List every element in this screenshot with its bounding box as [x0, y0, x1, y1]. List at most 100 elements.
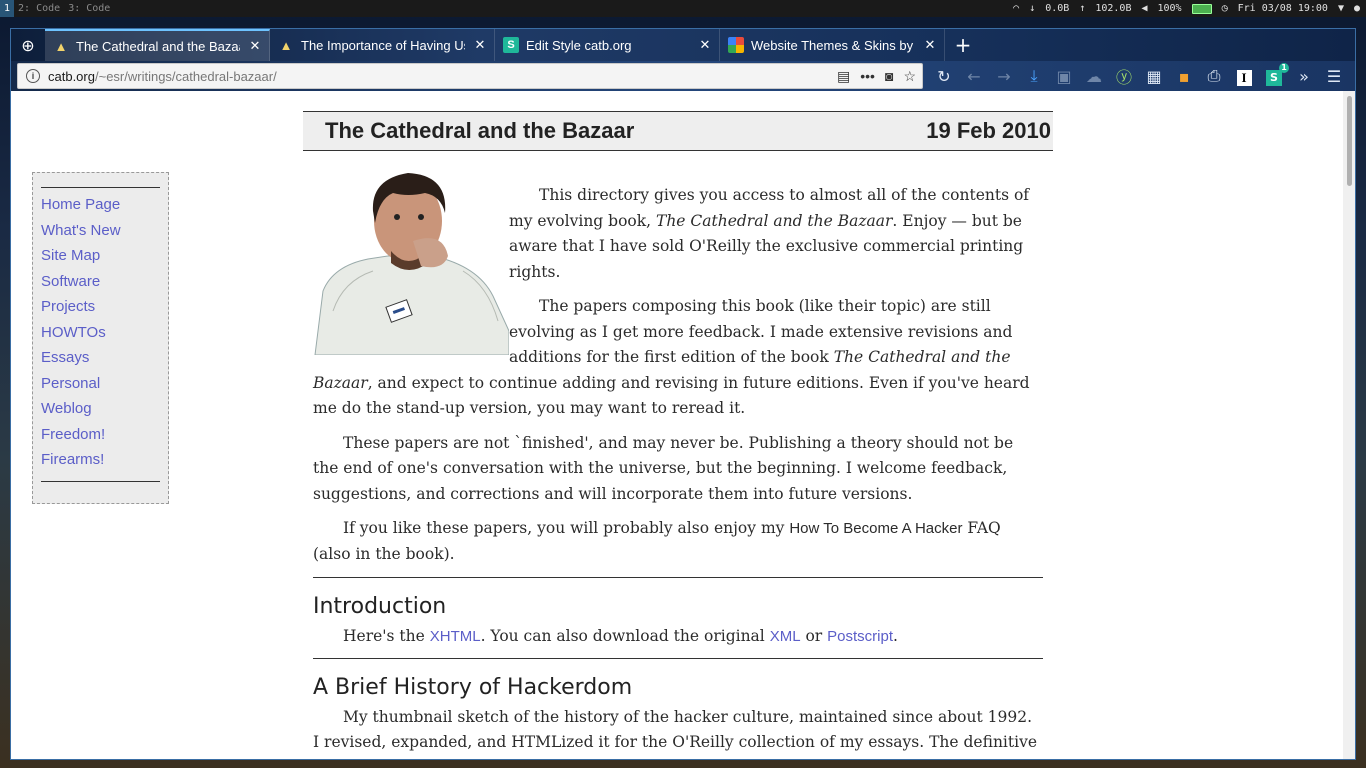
sidebar-item-weblog[interactable]: Weblog	[41, 396, 160, 422]
sidebar-item-projects[interactable]: Projects	[41, 294, 160, 320]
intro-paragraph-4: If you like these papers, you will proba…	[313, 519, 1001, 563]
back-icon[interactable]: ←	[963, 67, 985, 86]
sidebar-item-home-page[interactable]: Home Page	[41, 192, 160, 218]
more-actions-icon[interactable]: •••	[860, 68, 875, 84]
sidebar-divider	[41, 480, 160, 482]
sidebar-item-software[interactable]: Software	[41, 269, 160, 295]
extension-y-icon[interactable]: ⓨ	[1113, 64, 1135, 88]
wifi-tray-icon[interactable]: ▼	[1338, 3, 1344, 14]
page-title: The Cathedral and the Bazaar	[325, 118, 635, 143]
close-icon[interactable]: ✕	[697, 37, 713, 53]
wm-status-bar: 1 2: Code 3: Code ◠ ↓ 0.0B ↑ 102.0B ◀ 10…	[0, 0, 1366, 17]
net-up-icon: ↑	[1079, 3, 1086, 14]
apps-grid-icon[interactable]: ▪	[1173, 67, 1195, 86]
url-text[interactable]: catb.org/~esr/writings/cathedral-bazaar/	[48, 69, 829, 84]
menu-icon[interactable]: ☰	[1323, 67, 1345, 86]
sidebar-item-site-map[interactable]: Site Map	[41, 243, 160, 269]
sidebar-item-firearms[interactable]: Firearms!	[41, 447, 160, 473]
status-tray: ◠ ↓ 0.0B ↑ 102.0B ◀ 100% ◷ Fri 03/08 19:…	[1013, 3, 1366, 14]
screenshot-icon[interactable]: ▣	[1053, 67, 1075, 86]
author-portrait	[313, 171, 510, 356]
volume-value: 100%	[1157, 3, 1182, 14]
scrollbar-thumb[interactable]	[1347, 96, 1352, 186]
net-down-value: 0.0B	[1045, 3, 1070, 14]
reader-view-icon[interactable]: ▤	[837, 68, 850, 85]
workspace-1[interactable]: 1	[0, 0, 15, 17]
workspace-3[interactable]: 3: Code	[64, 0, 114, 17]
reload-icon[interactable]: ↻	[933, 67, 955, 86]
tab-title: The Cathedral and the Bazaar	[76, 38, 240, 54]
tab-edit-style[interactable]: S Edit Style catb.org ✕	[495, 29, 720, 61]
sidebar-item-essays[interactable]: Essays	[41, 345, 160, 371]
toolbar: ↻ ← → ⤓ ▣ ☁ ⓨ ▦ ▪ ⎙ I S1 » ☰	[933, 62, 1345, 88]
net-down-icon: ↓	[1029, 3, 1036, 14]
readability-icon[interactable]: I	[1233, 67, 1255, 86]
sidebar-nav: Home Page What's New Site Map Software P…	[32, 172, 169, 504]
postscript-link[interactable]: Postscript	[827, 628, 893, 645]
workspace-2[interactable]: 2: Code	[14, 0, 64, 17]
info-icon[interactable]: i	[26, 69, 40, 83]
hacker-howto-link[interactable]: How To Become A Hacker	[789, 520, 962, 537]
url-bar[interactable]: i catb.org/~esr/writings/cathedral-bazaa…	[17, 63, 923, 89]
tab-title: The Importance of Having Users	[301, 37, 465, 53]
close-icon[interactable]: ✕	[922, 37, 938, 53]
browser-window: ⊕ ▲ The Cathedral and the Bazaar ✕ ▲ The…	[10, 28, 1356, 760]
volume-icon: ◀	[1141, 3, 1148, 14]
history-text: My thumbnail sketch of the history of th…	[313, 707, 1037, 760]
clock-value: Fri 03/08 19:00	[1237, 3, 1328, 14]
stylus-toolbar-icon[interactable]: S1	[1263, 62, 1289, 86]
print-icon[interactable]: ⎙	[1203, 66, 1225, 86]
clock-icon: ◷	[1221, 3, 1228, 14]
cloud-icon[interactable]: ☁	[1083, 67, 1105, 86]
calendar-icon[interactable]: ▦	[1143, 67, 1165, 86]
intro-paragraph-3: These papers are not `finished', and may…	[313, 433, 1014, 503]
tab-title: Website Themes & Skins by	[751, 37, 914, 53]
cathedral-icon: ▲	[54, 38, 68, 54]
xhtml-link[interactable]: XHTML	[430, 628, 481, 645]
page-content: The Cathedral and the Bazaar 19 Feb 2010…	[11, 91, 1355, 760]
tab-importance[interactable]: ▲ The Importance of Having Users ✕	[270, 29, 495, 61]
tab-website-themes[interactable]: Website Themes & Skins by ✕	[720, 29, 945, 61]
article-body: This directory gives you access to almos…	[313, 173, 1043, 760]
bookmark-star-icon[interactable]: ☆	[903, 68, 916, 85]
battery-icon	[1191, 3, 1212, 14]
wifi-icon: ◠	[1013, 3, 1020, 14]
tab-bar: ⊕ ▲ The Cathedral and the Bazaar ✕ ▲ The…	[11, 29, 1355, 61]
page-scrollbar[interactable]	[1343, 91, 1355, 759]
stylus-badge: 1	[1279, 62, 1289, 73]
page-date: 19 Feb 2010	[926, 118, 1051, 143]
history-section: A Brief History of Hackerdom My thumbnai…	[313, 673, 1043, 760]
update-icon[interactable]: ●	[1354, 3, 1360, 14]
xml-link[interactable]: XML	[770, 628, 801, 645]
tab-title: Edit Style catb.org	[526, 37, 632, 53]
download-icon[interactable]: ⤓	[1023, 66, 1045, 86]
url-domain: catb.org	[48, 68, 95, 84]
tab-overview-icon[interactable]: ⊕	[11, 29, 45, 61]
url-path: /~esr/writings/cathedral-bazaar/	[94, 68, 277, 84]
tab-cathedral[interactable]: ▲ The Cathedral and the Bazaar ✕	[45, 29, 270, 61]
page-header: The Cathedral and the Bazaar 19 Feb 2010	[303, 111, 1053, 151]
sidebar-item-personal[interactable]: Personal	[41, 371, 160, 397]
close-icon[interactable]: ✕	[472, 37, 488, 53]
section-title-history: A Brief History of Hackerdom	[313, 674, 633, 700]
nav-bar: i catb.org/~esr/writings/cathedral-bazaa…	[11, 61, 1355, 91]
section-divider	[313, 577, 1043, 578]
stylus-icon: S	[503, 37, 519, 53]
introduction-section: Introduction Here's the XHTML. You can a…	[313, 592, 1043, 650]
overflow-icon[interactable]: »	[1293, 67, 1315, 86]
introduction-text: Here's the XHTML. You can also download …	[343, 627, 898, 645]
sidebar-item-whats-new[interactable]: What's New	[41, 218, 160, 244]
close-icon[interactable]: ✕	[247, 38, 263, 54]
cathedral-icon: ▲	[279, 37, 293, 53]
section-title-introduction: Introduction	[313, 594, 447, 619]
forward-icon[interactable]: →	[993, 67, 1015, 86]
sidebar-item-freedom[interactable]: Freedom!	[41, 422, 160, 448]
section-divider	[313, 657, 1043, 659]
net-up-value: 102.0B	[1095, 3, 1132, 14]
themes-icon	[728, 37, 744, 53]
sidebar-item-howtos[interactable]: HOWTOs	[41, 320, 160, 346]
url-actions: ▤ ••• ◙ ☆	[837, 68, 916, 85]
pocket-icon[interactable]: ◙	[885, 68, 893, 84]
new-tab-button[interactable]: +	[945, 29, 981, 61]
sidebar-divider	[41, 187, 160, 188]
